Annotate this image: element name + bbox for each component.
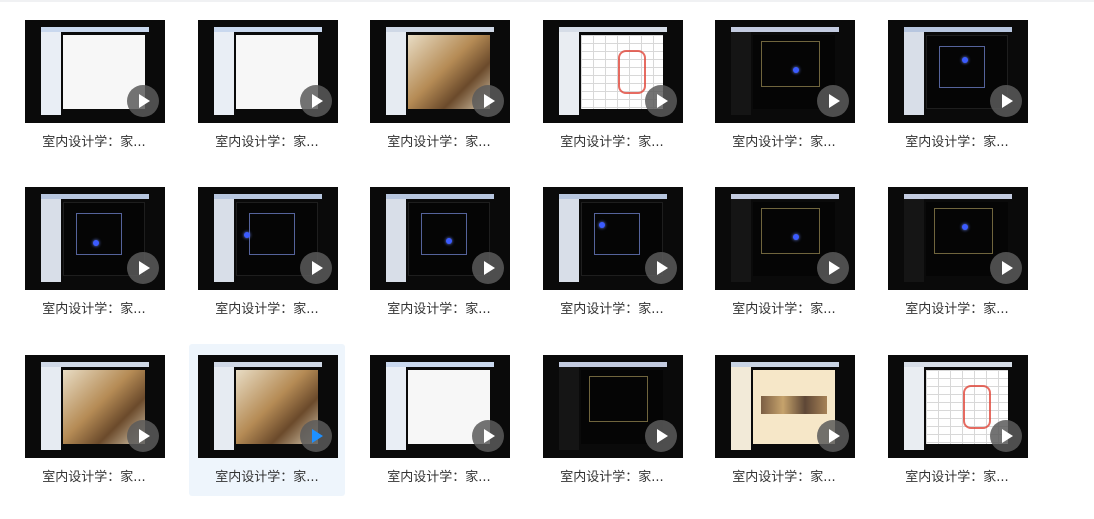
video-tile[interactable]: 室内设计学：家... [534,176,690,328]
video-title[interactable]: 室内设计学：家... [534,298,690,317]
play-icon[interactable] [990,252,1022,284]
video-title[interactable]: 室内设计学：家... [879,131,1035,150]
play-icon[interactable] [127,420,159,452]
video-title[interactable]: 室内设计学：家... [534,466,690,485]
video-title[interactable]: 室内设计学：家... [16,298,172,317]
video-title[interactable]: 室内设计学：家... [706,466,862,485]
video-title[interactable]: 室内设计学：家... [706,298,862,317]
video-thumbnail[interactable] [25,355,165,458]
play-icon[interactable] [990,420,1022,452]
video-thumbnail[interactable] [370,187,510,290]
video-thumbnail[interactable] [888,20,1028,123]
play-icon[interactable] [300,85,332,117]
play-icon[interactable] [127,85,159,117]
video-title[interactable]: 室内设计学：家... [879,466,1035,485]
play-icon[interactable] [645,85,677,117]
video-tile[interactable]: 室内设计学：家... [361,176,517,328]
video-tile[interactable]: 室内设计学：家... [16,9,172,161]
video-tile[interactable]: 室内设计学：家... [361,9,517,161]
video-title[interactable]: 室内设计学：家... [361,298,517,317]
video-tile[interactable]: 室内设计学：家... [879,344,1035,496]
play-icon[interactable] [300,420,332,452]
play-icon[interactable] [472,85,504,117]
video-tile[interactable]: 室内设计学：家... [189,176,345,328]
video-title[interactable]: 室内设计学：家... [189,298,345,317]
play-icon[interactable] [300,252,332,284]
video-thumbnail[interactable] [198,355,338,458]
video-tile[interactable]: 室内设计学：家... [706,344,862,496]
play-icon[interactable] [472,420,504,452]
video-thumbnail[interactable] [25,20,165,123]
play-icon[interactable] [990,85,1022,117]
video-thumbnail[interactable] [543,355,683,458]
video-thumbnail[interactable] [715,355,855,458]
video-tile[interactable]: 室内设计学：家... [16,176,172,328]
video-tile[interactable]: 室内设计学：家... [16,344,172,496]
video-thumbnail[interactable] [888,355,1028,458]
play-icon[interactable] [817,252,849,284]
video-tile[interactable]: 室内设计学：家... [534,9,690,161]
video-grid: 室内设计学：家... 室内设计学：家... 室内设计学：家... 室内设计学：家...… [0,0,1094,519]
video-tile[interactable]: 室内设计学：家... [534,344,690,496]
play-icon[interactable] [817,420,849,452]
video-tile[interactable]: 室内设计学：家... [361,344,517,496]
video-tile[interactable]: 室内设计学：家... [189,344,345,496]
video-thumbnail[interactable] [715,20,855,123]
play-icon[interactable] [127,252,159,284]
video-thumbnail[interactable] [370,355,510,458]
video-tile[interactable]: 室内设计学：家... [879,9,1035,161]
video-title[interactable]: 室内设计学：家... [16,131,172,150]
video-thumbnail[interactable] [543,187,683,290]
play-icon[interactable] [645,420,677,452]
play-icon[interactable] [472,252,504,284]
video-title[interactable]: 室内设计学：家... [16,466,172,485]
video-thumbnail[interactable] [715,187,855,290]
video-thumbnail[interactable] [370,20,510,123]
video-title[interactable]: 室内设计学：家... [189,131,345,150]
play-icon[interactable] [645,252,677,284]
play-icon[interactable] [817,85,849,117]
video-title[interactable]: 室内设计学：家... [706,131,862,150]
video-thumbnail[interactable] [198,20,338,123]
video-title[interactable]: 室内设计学：家... [189,466,345,485]
video-tile[interactable]: 室内设计学：家... [706,176,862,328]
video-thumbnail[interactable] [198,187,338,290]
video-tile[interactable]: 室内设计学：家... [879,176,1035,328]
video-thumbnail[interactable] [543,20,683,123]
video-tile[interactable]: 室内设计学：家... [706,9,862,161]
video-title[interactable]: 室内设计学：家... [361,466,517,485]
video-thumbnail[interactable] [25,187,165,290]
video-title[interactable]: 室内设计学：家... [361,131,517,150]
video-tile[interactable]: 室内设计学：家... [189,9,345,161]
video-thumbnail[interactable] [888,187,1028,290]
video-title[interactable]: 室内设计学：家... [879,298,1035,317]
video-title[interactable]: 室内设计学：家... [534,131,690,150]
